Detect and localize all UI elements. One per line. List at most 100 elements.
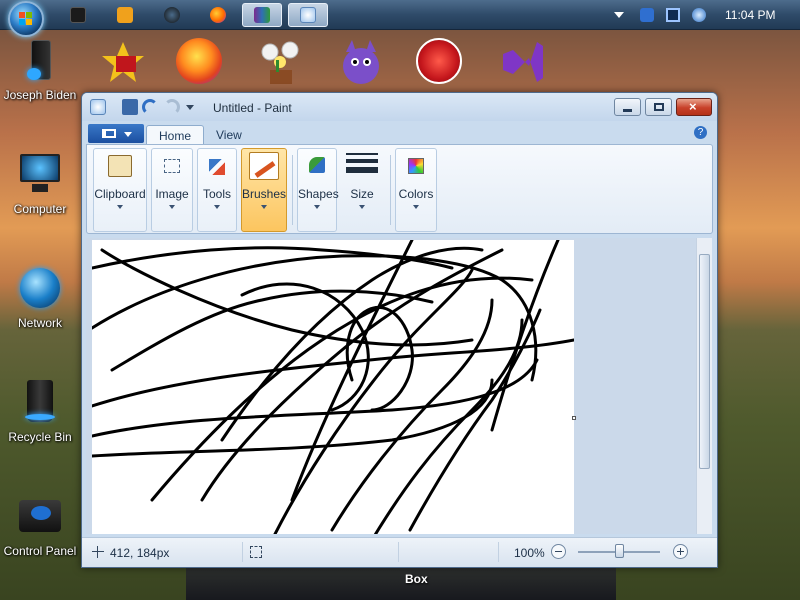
- shapes-group[interactable]: Shapes: [297, 148, 339, 232]
- dropdown-arrow-icon: [261, 205, 267, 209]
- chevron-down-icon: [124, 132, 132, 137]
- tools-icon: [209, 159, 225, 175]
- close-icon: ×: [689, 99, 697, 114]
- help-icon[interactable]: ?: [694, 126, 707, 139]
- windows-flag-icon: [19, 12, 32, 25]
- brushes-group[interactable]: Brushes: [241, 148, 287, 232]
- paint-menu-button[interactable]: [88, 124, 144, 143]
- window-title: Untitled - Paint: [213, 101, 292, 115]
- firefox-icon[interactable]: [176, 38, 226, 86]
- save-icon[interactable]: [122, 99, 138, 115]
- tools-group[interactable]: Tools: [197, 148, 237, 232]
- status-bar: 412, 184px 100%: [82, 537, 717, 567]
- purple-monster-icon[interactable]: [336, 38, 386, 86]
- pc-tower-icon: [17, 38, 63, 84]
- media-player-icon: [117, 7, 133, 23]
- image-select-icon: [164, 159, 180, 173]
- tab-home[interactable]: Home: [146, 125, 205, 145]
- group-label: Tools: [202, 187, 231, 201]
- explorer-icon: [70, 7, 86, 23]
- title-bar[interactable]: Untitled - Paint ×: [82, 93, 717, 121]
- paint-window: Untitled - Paint × Home View ? Clipboard…: [81, 92, 718, 568]
- recycle-bin-icon: [17, 380, 63, 426]
- taskbar-firefox-button[interactable]: [198, 3, 238, 27]
- tab-view[interactable]: View: [204, 125, 254, 145]
- group-label: Clipboard: [94, 187, 146, 201]
- start-button[interactable]: [8, 1, 44, 37]
- cursor-position-icon: [92, 546, 104, 558]
- ribbon: Clipboard Image Tools Brushes Shapes Siz…: [86, 144, 713, 234]
- status-divider: [242, 542, 243, 562]
- taskbar-paint-button[interactable]: [288, 3, 328, 27]
- desktop-icon-network[interactable]: Network: [0, 266, 80, 330]
- shapes-icon: [309, 157, 325, 173]
- desktop-icon-computer[interactable]: Computer: [0, 152, 80, 216]
- group-label: Brushes: [242, 187, 287, 201]
- visual-studio-icon[interactable]: [495, 38, 545, 86]
- dropdown-arrow-icon: [413, 205, 419, 209]
- redo-icon[interactable]: [164, 99, 180, 115]
- size-group[interactable]: Size: [341, 148, 383, 232]
- zoom-in-button[interactable]: [673, 544, 688, 559]
- paint-icon: [300, 7, 316, 23]
- zoom-out-button[interactable]: [551, 544, 566, 559]
- desktop-icon-user[interactable]: Joseph Biden: [0, 38, 80, 102]
- group-label: Shapes: [298, 187, 339, 201]
- taskbar-explorer-button[interactable]: [58, 3, 98, 27]
- desktop-icon-label: Network: [17, 316, 62, 330]
- selection-size-icon: [250, 546, 262, 558]
- clipboard-icon: [108, 155, 132, 177]
- zoom-level: 100%: [514, 546, 545, 560]
- zoom-slider-thumb[interactable]: [615, 544, 624, 558]
- taskbar-media-player-button[interactable]: [105, 3, 145, 27]
- desktop-icon-label: Computer: [13, 202, 67, 216]
- taskbar-winrar-button[interactable]: [242, 3, 282, 27]
- vertical-scrollbar[interactable]: [696, 238, 712, 534]
- flower-pot-icon[interactable]: [256, 38, 306, 86]
- paint-app-icon[interactable]: [90, 99, 106, 115]
- ribbon-separator: [292, 155, 293, 225]
- ribbon-separator: [390, 155, 391, 225]
- undo-icon[interactable]: [142, 99, 158, 115]
- dropdown-arrow-icon: [169, 205, 175, 209]
- minimize-button[interactable]: [614, 98, 641, 116]
- display-icon[interactable]: [666, 8, 680, 22]
- dropdown-arrow-icon: [214, 205, 220, 209]
- customize-toolbar-icon[interactable]: [186, 105, 194, 110]
- firefox-icon: [210, 7, 226, 23]
- colors-palette-icon: [408, 158, 424, 174]
- winrar-icon: [254, 7, 270, 23]
- menu-icon: [102, 129, 116, 138]
- colors-group[interactable]: Colors: [395, 148, 437, 232]
- status-divider: [498, 542, 499, 562]
- size-lines-icon: [346, 153, 378, 175]
- canvas-resize-handle[interactable]: [572, 416, 576, 420]
- show-hidden-icons-icon[interactable]: [614, 12, 624, 18]
- monitor-icon: [17, 152, 63, 198]
- maximize-button[interactable]: [645, 98, 672, 116]
- group-label: Size: [350, 187, 374, 201]
- dock-peek-label[interactable]: Box: [405, 572, 428, 586]
- drawing-canvas[interactable]: [90, 238, 576, 534]
- clipboard-group[interactable]: Clipboard: [93, 148, 147, 232]
- dragon-icon[interactable]: [416, 38, 466, 86]
- minimize-icon: [623, 109, 632, 112]
- taskbar: 11:04 PM: [0, 0, 800, 37]
- image-group[interactable]: Image: [151, 148, 193, 232]
- scribble-drawing: [90, 238, 576, 534]
- scrollbar-thumb[interactable]: [699, 254, 710, 469]
- minus-icon: [555, 551, 562, 552]
- desktop-icon-control-panel[interactable]: Control Panel: [0, 494, 80, 558]
- flash-app-icon[interactable]: [98, 38, 148, 86]
- network-globe-icon: [17, 266, 63, 312]
- taskbar-camera-button[interactable]: [152, 3, 192, 27]
- camera-icon: [164, 7, 180, 23]
- desktop-icon-recycle-bin[interactable]: Recycle Bin: [0, 380, 80, 444]
- status-divider: [398, 542, 399, 562]
- group-label: Colors: [398, 187, 434, 201]
- network-icon[interactable]: [692, 8, 706, 22]
- shield-icon[interactable]: [640, 8, 654, 22]
- close-button[interactable]: ×: [676, 98, 712, 116]
- clock[interactable]: 11:04 PM: [725, 8, 775, 22]
- desktop-icon-label: Control Panel: [3, 544, 77, 558]
